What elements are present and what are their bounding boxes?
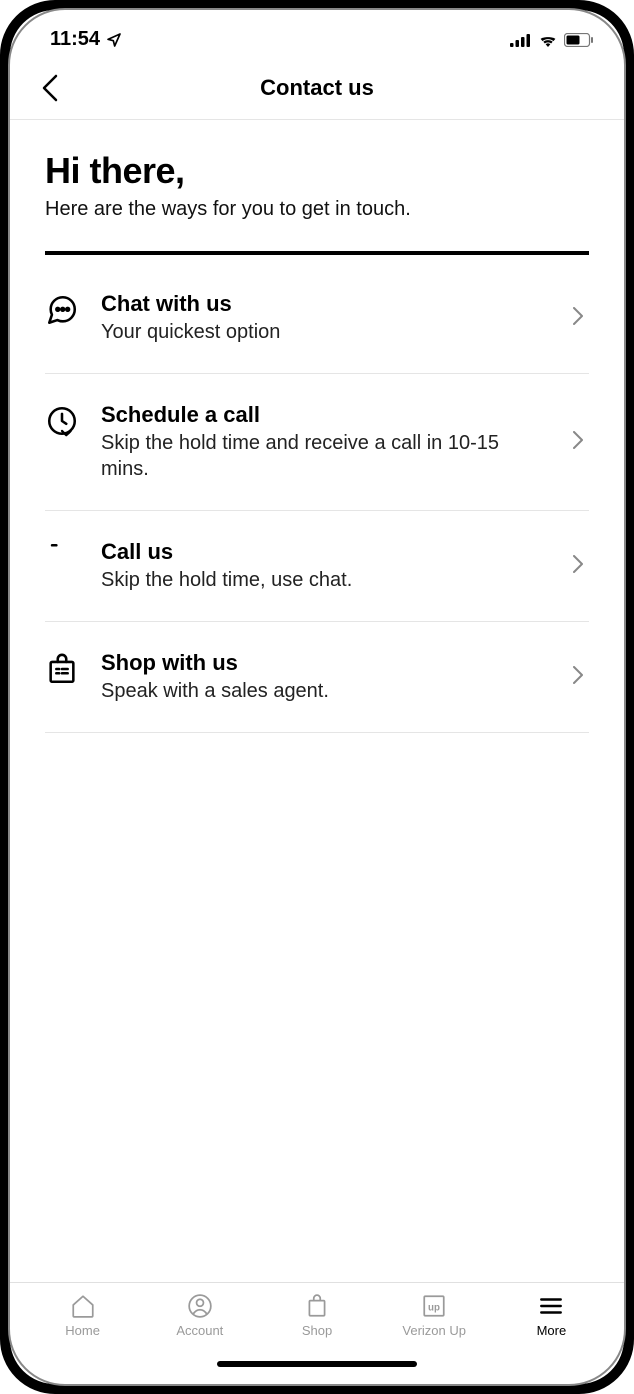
- option-title: Shop with us: [101, 650, 551, 676]
- tab-more[interactable]: More: [493, 1293, 610, 1338]
- tab-label: Shop: [302, 1323, 332, 1338]
- home-indicator[interactable]: [10, 1344, 624, 1384]
- tab-shop[interactable]: Shop: [258, 1293, 375, 1338]
- verizon-up-icon: up: [421, 1293, 447, 1319]
- page-content: Hi there, Here are the ways for you to g…: [10, 120, 624, 1282]
- chat-icon: [45, 293, 79, 327]
- wifi-icon: [538, 33, 558, 47]
- location-icon: [106, 32, 122, 48]
- phone-icon: [45, 541, 79, 575]
- divider: [45, 251, 589, 255]
- nav-header: Contact us: [10, 59, 624, 120]
- chevron-right-icon: [573, 431, 583, 449]
- nav-title: Contact us: [30, 75, 604, 101]
- tab-label: Account: [176, 1323, 223, 1338]
- option-chat[interactable]: Chat with us Your quickest option: [45, 263, 589, 374]
- option-title: Schedule a call: [101, 402, 551, 428]
- option-desc: Skip the hold time and receive a call in…: [101, 430, 551, 482]
- status-time: 11:54: [50, 28, 100, 51]
- battery-icon: [564, 33, 594, 47]
- tab-bar: Home Account Shop up Verizon Up More: [10, 1282, 624, 1344]
- back-button[interactable]: [35, 73, 65, 103]
- tab-home[interactable]: Home: [24, 1293, 141, 1338]
- shopping-bag-icon: [45, 652, 79, 686]
- option-schedule-call[interactable]: Schedule a call Skip the hold time and r…: [45, 374, 589, 511]
- option-desc: Speak with a sales agent.: [101, 678, 551, 704]
- shop-icon: [304, 1293, 330, 1319]
- option-desc: Your quickest option: [101, 319, 551, 345]
- option-title: Call us: [101, 539, 551, 565]
- option-title: Chat with us: [101, 291, 551, 317]
- home-icon: [70, 1293, 96, 1319]
- tab-label: More: [537, 1323, 567, 1338]
- clock-callback-icon: [45, 404, 79, 438]
- option-call-us[interactable]: Call us Skip the hold time, use chat.: [45, 511, 589, 622]
- tab-label: Home: [65, 1323, 100, 1338]
- contact-options: Chat with us Your quickest option Schedu…: [45, 263, 589, 733]
- tab-account[interactable]: Account: [141, 1293, 258, 1338]
- chevron-right-icon: [573, 555, 583, 573]
- page-subheading: Here are the ways for you to get in touc…: [45, 198, 589, 221]
- status-bar: 11:54: [10, 10, 624, 59]
- tab-label: Verizon Up: [402, 1323, 466, 1338]
- chevron-right-icon: [573, 307, 583, 325]
- page-heading: Hi there,: [45, 150, 589, 192]
- cellular-icon: [510, 33, 532, 47]
- chevron-left-icon: [42, 74, 58, 102]
- option-shop-with-us[interactable]: Shop with us Speak with a sales agent.: [45, 622, 589, 733]
- menu-icon: [538, 1293, 564, 1319]
- svg-text:up: up: [428, 1302, 440, 1313]
- tab-verizon-up[interactable]: up Verizon Up: [376, 1293, 493, 1338]
- account-icon: [187, 1293, 213, 1319]
- chevron-right-icon: [573, 666, 583, 684]
- option-desc: Skip the hold time, use chat.: [101, 567, 551, 593]
